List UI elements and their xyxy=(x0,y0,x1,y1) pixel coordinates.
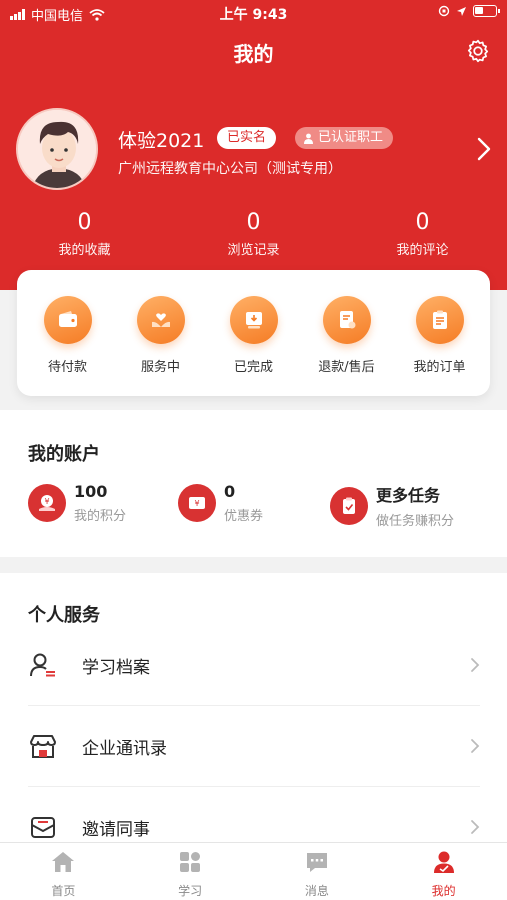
user-name: 体验2021 xyxy=(118,130,205,152)
home-icon xyxy=(52,852,75,872)
tasks-item[interactable]: 更多任务 做任务赚积分 xyxy=(330,482,454,529)
points-coin-icon: ¥ xyxy=(28,484,66,522)
service-learning-profile[interactable]: 学习档案 xyxy=(28,625,480,705)
task-clipboard-icon xyxy=(330,486,368,525)
tab-label: 我的 xyxy=(431,884,456,898)
tab-mine[interactable]: 我的 xyxy=(380,843,507,900)
coupons-label: 优惠券 xyxy=(224,509,264,524)
stat-favorites[interactable]: 0 我的收藏 xyxy=(0,210,169,266)
stat-label: 浏览记录 xyxy=(227,243,280,258)
profile-icon xyxy=(433,851,454,873)
order-label: 服务中 xyxy=(140,360,180,375)
heart-hands-icon xyxy=(136,296,185,344)
account-row: ¥ 100 我的积分 ¥ 0 优惠券 更多任务 做任务赚积分 xyxy=(0,482,507,537)
account-title: 我的账户 xyxy=(28,444,100,465)
order-in-service[interactable]: 服务中 xyxy=(116,270,206,396)
service-company-directory[interactable]: 企业通讯录 xyxy=(28,706,480,786)
services-title: 个人服务 xyxy=(28,605,100,626)
settings-gear-icon[interactable] xyxy=(465,38,491,64)
stat-comments[interactable]: 0 我的评论 xyxy=(338,210,507,266)
order-list-icon xyxy=(415,296,464,344)
tab-home[interactable]: 首页 xyxy=(0,843,127,900)
completed-box-icon xyxy=(229,296,278,344)
points-item[interactable]: ¥ 100 我的积分 xyxy=(28,482,126,524)
battery-icon xyxy=(473,5,500,17)
tab-learning[interactable]: 学习 xyxy=(127,843,254,900)
invite-mail-icon xyxy=(31,817,55,838)
order-label: 已完成 xyxy=(233,360,273,375)
grid-icon xyxy=(180,852,201,872)
order-refund[interactable]: 退款/售后 xyxy=(302,270,392,396)
order-my-orders[interactable]: 我的订单 xyxy=(395,270,485,396)
chevron-right-icon xyxy=(471,820,480,834)
company-name: 广州远程教育中心公司（测试专用） xyxy=(118,161,342,177)
wallet-icon xyxy=(43,296,92,344)
tab-messages[interactable]: 消息 xyxy=(254,843,381,900)
stat-label: 我的收藏 xyxy=(58,243,111,258)
location-arrow-icon xyxy=(457,6,466,16)
points-label: 我的积分 xyxy=(74,509,127,524)
avatar[interactable] xyxy=(16,108,98,190)
points-value: 100 xyxy=(74,482,108,501)
bottom-tab-bar: 首页 学习 消息 我的 xyxy=(0,842,507,900)
coupons-value: 0 xyxy=(224,482,236,501)
stat-label: 我的评论 xyxy=(396,243,449,258)
staff-badge-label: 已认证职工 xyxy=(318,130,384,145)
account-section: 我的账户 ¥ 100 我的积分 ¥ 0 优惠券 更多任务 做任务赚积分 xyxy=(0,410,507,557)
chevron-right-icon xyxy=(471,658,480,672)
stat-value: 0 xyxy=(246,210,261,235)
stat-value: 0 xyxy=(77,210,92,235)
stats-row: 0 我的收藏 0 浏览记录 0 我的评论 xyxy=(0,210,507,266)
svg-text:¥: ¥ xyxy=(44,497,49,506)
service-label: 邀请同事 xyxy=(82,819,150,840)
status-bar: 中国电信 上午 9:43 xyxy=(0,0,507,26)
store-directory-icon xyxy=(30,735,56,758)
tab-label: 首页 xyxy=(51,884,76,898)
verified-badge: 已实名 xyxy=(217,127,277,149)
status-time: 上午 9:43 xyxy=(219,7,288,23)
chevron-right-icon[interactable] xyxy=(477,137,491,161)
tasks-label: 做任务赚积分 xyxy=(376,514,455,529)
stat-value: 0 xyxy=(415,210,430,235)
service-label: 企业通讯录 xyxy=(82,738,167,759)
service-label: 学习档案 xyxy=(82,657,150,678)
order-label: 待付款 xyxy=(47,360,87,375)
chevron-right-icon xyxy=(471,739,480,753)
order-completed[interactable]: 已完成 xyxy=(209,270,299,396)
message-icon xyxy=(306,853,327,872)
order-pending-payment[interactable]: 待付款 xyxy=(23,270,113,396)
order-label: 退款/售后 xyxy=(318,360,375,375)
stat-history[interactable]: 0 浏览记录 xyxy=(169,210,338,266)
learning-profile-icon xyxy=(30,653,55,677)
orders-card: 待付款 服务中 已完成 退款/售后 我的订单 xyxy=(17,270,490,396)
refund-doc-icon xyxy=(322,296,371,344)
order-label: 我的订单 xyxy=(413,360,466,375)
tab-label: 消息 xyxy=(304,884,329,898)
svg-text:¥: ¥ xyxy=(194,499,199,508)
staff-certified-badge: 已认证职工 xyxy=(295,127,394,149)
page-title: 我的 xyxy=(233,42,274,66)
coupon-icon: ¥ xyxy=(178,484,216,522)
tab-label: 学习 xyxy=(178,884,203,898)
orientation-lock-icon xyxy=(438,5,450,17)
coupons-item[interactable]: ¥ 0 优惠券 xyxy=(178,482,263,524)
person-icon xyxy=(304,133,313,144)
services-section: 个人服务 学习档案 企业通讯录 邀请同事 xyxy=(0,573,507,842)
tasks-value: 更多任务 xyxy=(376,486,441,505)
